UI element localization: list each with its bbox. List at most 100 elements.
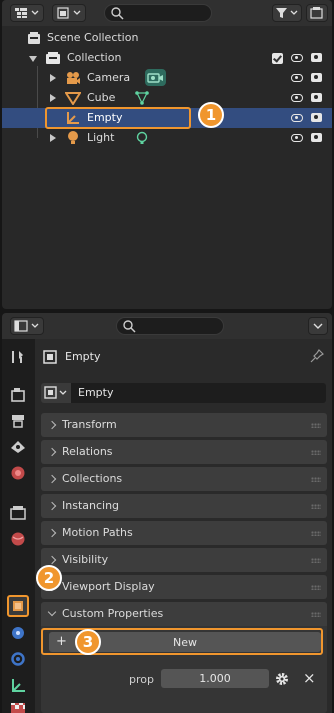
tab-object[interactable] <box>7 595 29 617</box>
tab-render[interactable] <box>8 385 28 405</box>
tab-object-data[interactable] <box>8 676 28 696</box>
panel-motion-paths[interactable]: Motion Paths <box>41 521 327 545</box>
drag-handle-icon[interactable] <box>311 558 321 563</box>
gear-icon[interactable] <box>274 671 290 687</box>
output-icon <box>12 415 24 428</box>
mesh-data-icon[interactable] <box>135 91 149 105</box>
search-icon <box>111 7 124 20</box>
panel-collections[interactable]: Collections <box>41 467 327 491</box>
render-camera-icon[interactable] <box>311 73 322 82</box>
camera-data-icon <box>147 73 163 83</box>
tab-output[interactable] <box>8 411 28 431</box>
scene-collection-icon <box>28 32 40 44</box>
expand-triangle-icon[interactable] <box>50 74 56 82</box>
panel-visibility[interactable]: Visibility <box>41 548 327 572</box>
expand-triangle-icon[interactable] <box>50 134 56 142</box>
camera-data-button[interactable] <box>145 69 166 86</box>
visibility-eye-icon[interactable] <box>291 114 303 122</box>
object-name-field[interactable]: Empty <box>71 383 326 403</box>
tab-world[interactable] <box>8 529 28 549</box>
render-icon <box>11 388 25 402</box>
panel-instancing[interactable]: Instancing <box>41 494 327 518</box>
panel-transform[interactable]: Transform <box>41 413 327 437</box>
visibility-eye-icon[interactable] <box>291 134 303 142</box>
tab-view-layer[interactable] <box>8 437 28 457</box>
render-camera-icon[interactable] <box>311 93 322 102</box>
expand-triangle-icon[interactable] <box>50 94 56 102</box>
panel-title: Viewport Display <box>62 580 155 593</box>
disclosure-triangle-icon[interactable] <box>29 56 37 62</box>
object-context-header: Empty <box>35 339 332 373</box>
tab-collection[interactable] <box>8 503 28 523</box>
new-collection-button[interactable] <box>306 4 328 22</box>
chevron-right-icon <box>47 528 57 538</box>
exclude-checkbox[interactable] <box>272 53 283 64</box>
outliner-item-label: Cube <box>87 91 116 104</box>
drag-handle-icon[interactable] <box>311 423 321 428</box>
drag-handle-icon[interactable] <box>311 612 321 617</box>
visibility-eye-icon[interactable] <box>291 74 303 82</box>
light-object-icon <box>68 131 78 144</box>
tab-constraints[interactable] <box>8 649 28 669</box>
panel-viewport-display[interactable]: Viewport Display <box>41 575 327 599</box>
tab-scene[interactable] <box>8 463 28 483</box>
view-layer-icon <box>11 441 25 453</box>
display-mode-dropdown[interactable] <box>10 4 44 22</box>
callout-badge-3: 3 <box>75 629 101 655</box>
collection-row[interactable]: Collection <box>2 48 332 68</box>
render-camera-icon[interactable] <box>311 113 322 122</box>
scene-collection-row[interactable]: Scene Collection <box>2 28 332 48</box>
drag-handle-icon[interactable] <box>311 477 321 482</box>
render-camera-icon[interactable] <box>311 133 322 142</box>
drag-handle-icon[interactable] <box>311 450 321 455</box>
tab-tool[interactable] <box>8 347 28 367</box>
tool-icon <box>12 351 23 363</box>
chevron-right-icon <box>47 555 57 565</box>
filter-restrict-dropdown[interactable] <box>52 4 86 22</box>
chevron-right-icon <box>47 501 57 511</box>
tab-physics[interactable] <box>8 623 28 643</box>
search-icon <box>123 320 136 333</box>
visibility-eye-icon[interactable] <box>291 54 303 62</box>
filter-dropdown[interactable] <box>272 4 302 22</box>
remove-property-icon[interactable]: × <box>303 669 316 687</box>
properties-editor-icon <box>14 320 39 332</box>
prop-name-label: prop <box>129 673 154 686</box>
render-camera-icon[interactable] <box>311 53 322 62</box>
pin-icon[interactable] <box>310 349 324 363</box>
outliner-header <box>2 0 332 26</box>
outliner-item-light[interactable]: Light <box>2 128 332 148</box>
world-icon <box>11 532 25 546</box>
camera-object-icon <box>67 72 80 84</box>
custom-properties-header[interactable]: Custom Properties <box>41 602 327 626</box>
scene-icon <box>11 466 25 480</box>
chevron-right-icon <box>47 474 57 484</box>
chevron-down-icon <box>47 607 57 617</box>
panel-relations[interactable]: Relations <box>41 440 327 464</box>
drag-handle-icon[interactable] <box>311 504 321 509</box>
options-dropdown[interactable] <box>308 317 328 335</box>
panel-title: Relations <box>62 445 113 458</box>
light-data-icon[interactable] <box>135 131 149 145</box>
outliner-item-camera[interactable]: Camera <box>2 68 332 88</box>
drag-handle-icon[interactable] <box>311 585 321 590</box>
chevron-right-icon <box>47 420 57 430</box>
callout-badge-1: 1 <box>198 102 224 128</box>
visibility-eye-icon[interactable] <box>291 94 303 102</box>
object-icon <box>43 350 57 364</box>
outliner-item-cube[interactable]: Cube <box>2 88 332 108</box>
properties-search-input[interactable] <box>116 317 224 335</box>
constraints-icon <box>11 652 25 666</box>
physics-icon <box>12 627 24 639</box>
callout-highlight-1 <box>45 107 191 129</box>
outliner-item-label: Light <box>87 131 115 144</box>
object-icon <box>44 386 67 399</box>
object-type-dropdown[interactable] <box>41 383 71 403</box>
prop-value-field[interactable]: 1.000 <box>161 669 269 688</box>
callout-badge-2: 2 <box>36 565 62 591</box>
tab-texture[interactable] <box>8 703 28 713</box>
properties-tabs <box>2 339 33 713</box>
editor-type-dropdown[interactable] <box>10 317 44 335</box>
outliner-search-input[interactable] <box>104 4 212 22</box>
drag-handle-icon[interactable] <box>311 531 321 536</box>
